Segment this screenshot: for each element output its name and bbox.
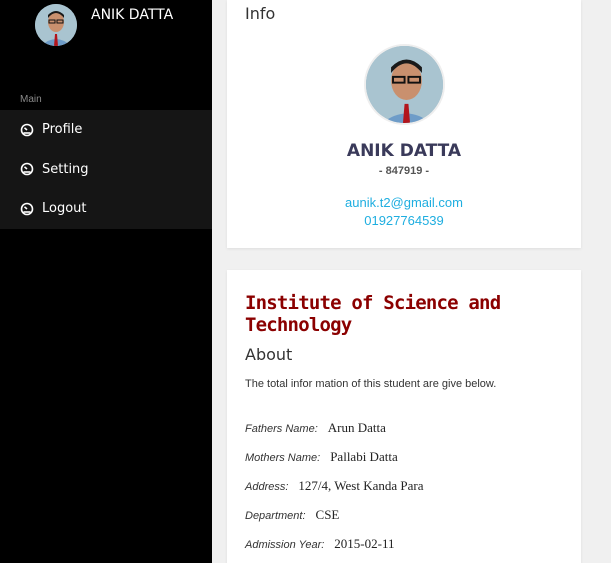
sidebar-item-label: Logout <box>42 201 87 217</box>
about-description: The total infor mation of this student a… <box>245 378 497 390</box>
sidebar-item-logout[interactable]: Logout <box>0 189 212 229</box>
sidebar-section-label: Main <box>20 94 42 105</box>
field-label: Admission Year: <box>245 539 325 551</box>
sidebar-item-setting[interactable]: Setting <box>0 150 212 190</box>
field-value: 127/4, West Kanda Para <box>298 478 424 493</box>
sidebar: ANIK DATTA Main Profile Setting Logout <box>0 0 212 563</box>
about-card: Institute of Science and Technology Abou… <box>227 270 581 563</box>
sidebar-item-label: Setting <box>42 161 89 177</box>
info-title: Info <box>245 4 276 23</box>
field-label: Address: <box>245 481 289 493</box>
phone-link[interactable]: 01927764539 <box>227 213 581 228</box>
field-label: Mothers Name: <box>245 452 321 464</box>
field-label: Fathers Name: <box>245 423 318 435</box>
field-label: Department: <box>245 510 306 522</box>
dashboard-icon <box>20 202 34 216</box>
profile-avatar <box>364 44 445 125</box>
avatar-photo-icon <box>35 4 77 46</box>
field-value: 2015-02-11 <box>334 536 395 551</box>
field-department: Department: CSE <box>245 507 339 523</box>
sidebar-item-profile[interactable]: Profile <box>0 110 212 150</box>
field-value: Pallabi Datta <box>330 449 398 464</box>
email-link[interactable]: aunik.t2@gmail.com <box>227 195 581 210</box>
sidebar-menu: Profile Setting Logout <box>0 110 212 229</box>
field-mothers-name: Mothers Name: Pallabi Datta <box>245 449 398 465</box>
sidebar-item-label: Profile <box>42 122 83 138</box>
avatar-photo-icon <box>366 46 443 123</box>
field-address: Address: 127/4, West Kanda Para <box>245 478 424 494</box>
about-title: About <box>245 345 293 364</box>
institute-title: Institute of Science and Technology <box>245 292 501 336</box>
student-id: - 847919 - <box>378 165 430 177</box>
field-value: CSE <box>315 507 340 522</box>
info-card: Info ANIK DATTA - 847919 - aunik.t2@gmai… <box>227 0 581 248</box>
field-fathers-name: Fathers Name: Arun Datta <box>245 420 386 436</box>
profile-name: ANIK DATTA <box>346 141 462 161</box>
dashboard-icon <box>20 162 34 176</box>
field-admission-year: Admission Year: 2015-02-11 <box>245 536 394 552</box>
field-value: Arun Datta <box>327 420 386 435</box>
dashboard-icon <box>20 123 34 137</box>
sidebar-user-name: ANIK DATTA <box>91 7 174 23</box>
sidebar-avatar[interactable] <box>35 4 77 46</box>
